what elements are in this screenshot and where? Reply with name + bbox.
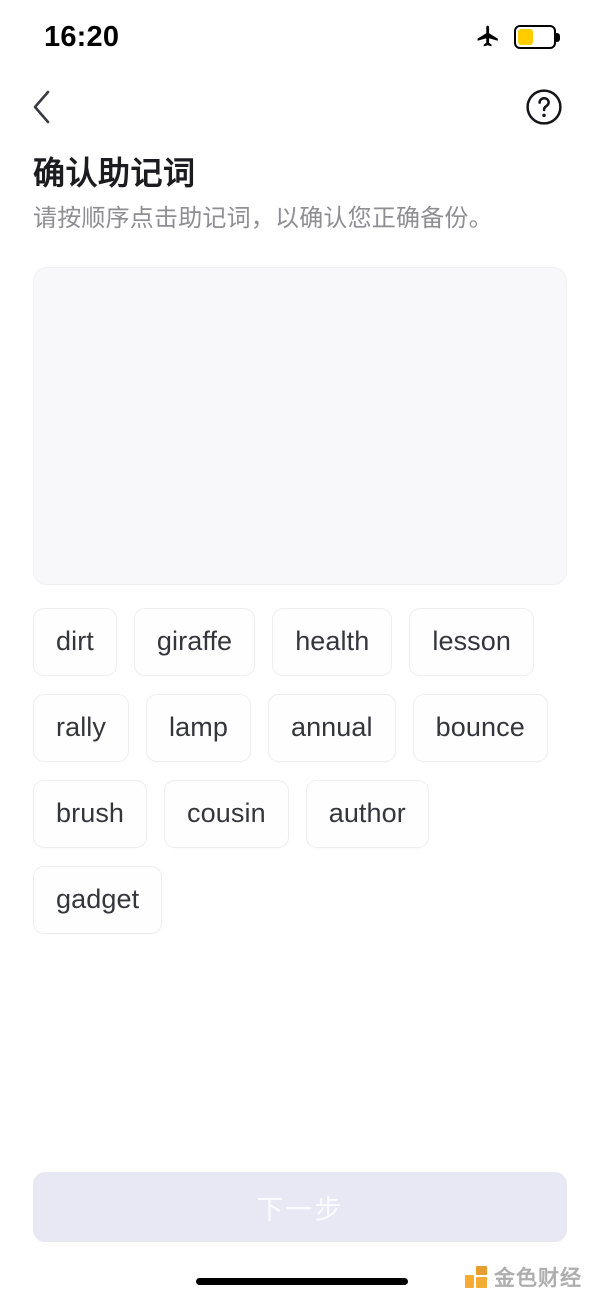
word-chip[interactable]: author bbox=[305, 779, 429, 848]
word-chip[interactable]: dirt bbox=[33, 607, 117, 676]
watermark-text: 金色财经 bbox=[494, 1267, 582, 1290]
help-button[interactable] bbox=[524, 87, 564, 127]
word-chip[interactable]: rally bbox=[33, 693, 130, 762]
status-bar-time: 16:20 bbox=[44, 20, 120, 53]
home-indicator bbox=[196, 1278, 408, 1285]
word-chip[interactable]: lamp bbox=[146, 693, 251, 762]
logo-square-bottom-right bbox=[476, 1277, 487, 1288]
airplane-mode-icon bbox=[475, 24, 501, 50]
navigation-bar bbox=[0, 74, 600, 140]
word-chip[interactable]: cousin bbox=[164, 779, 289, 848]
word-chip[interactable]: gadget bbox=[33, 865, 163, 934]
jinse-logo-icon bbox=[465, 1266, 487, 1288]
next-button[interactable]: 下一步 bbox=[33, 1172, 567, 1242]
chevron-left-icon bbox=[33, 90, 50, 124]
word-bank: dirt giraffe health lesson rally lamp annual bo… bbox=[33, 607, 567, 934]
word-chip[interactable]: bounce bbox=[412, 693, 548, 762]
selected-words-dropzone[interactable] bbox=[33, 266, 567, 585]
word-chip[interactable]: giraffe bbox=[133, 607, 256, 676]
back-button[interactable] bbox=[20, 85, 64, 129]
logo-square-left bbox=[465, 1275, 474, 1288]
status-bar-indicators bbox=[475, 24, 560, 50]
battery-cap bbox=[556, 33, 560, 42]
word-chip[interactable]: brush bbox=[33, 779, 148, 848]
watermark: 金色财经 bbox=[465, 1262, 582, 1292]
page-subtitle: 请按顺序点击助记词，以确认您正确备份。 bbox=[33, 205, 493, 233]
logo-square-top-right bbox=[476, 1266, 487, 1275]
battery-icon bbox=[514, 25, 560, 49]
word-chip[interactable]: annual bbox=[267, 693, 396, 762]
battery-fill-level bbox=[518, 29, 534, 45]
status-bar: 16:20 bbox=[0, 0, 600, 74]
page-title: 确认助记词 bbox=[33, 155, 196, 191]
header-block: 确认助记词 请按顺序点击助记词，以确认您正确备份。 bbox=[0, 140, 600, 236]
question-mark-circle-icon bbox=[526, 89, 562, 125]
word-chip[interactable]: lesson bbox=[409, 607, 535, 676]
word-chip[interactable]: health bbox=[272, 607, 393, 676]
